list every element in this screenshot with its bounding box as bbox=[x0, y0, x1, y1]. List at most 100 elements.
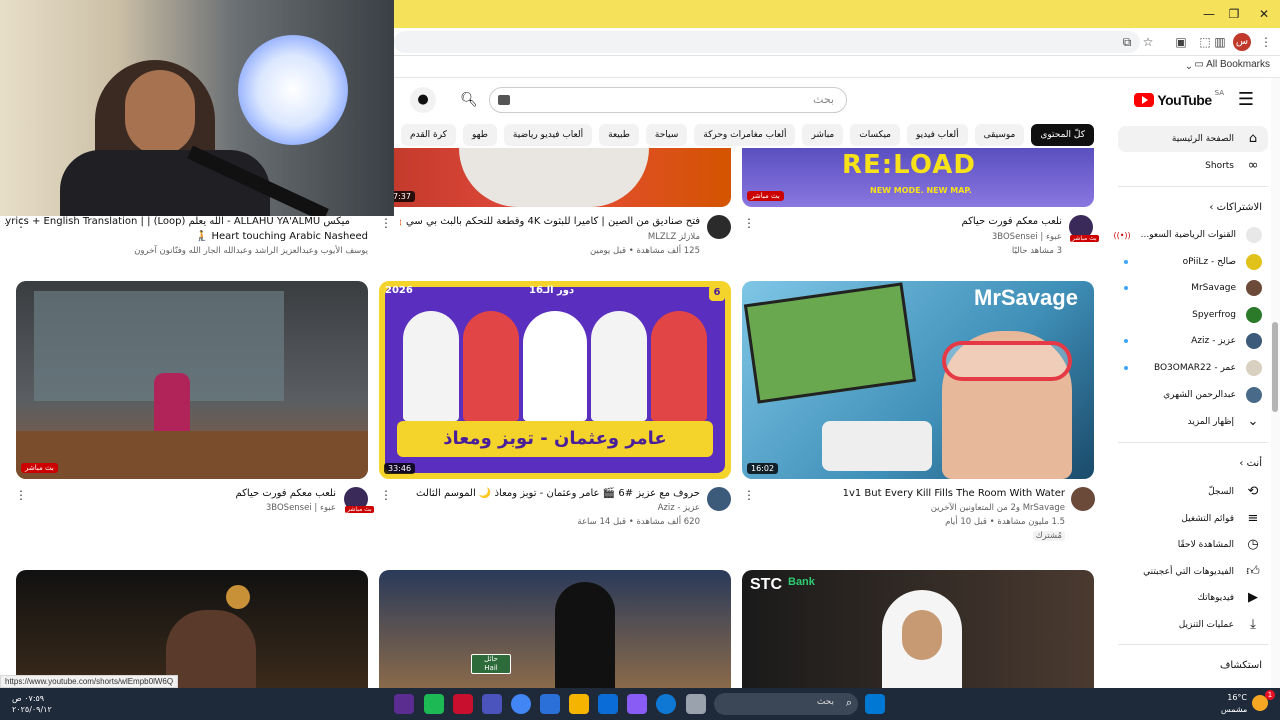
sidebar-item[interactable]: ⟲ السجلّ bbox=[1118, 479, 1268, 505]
copilot-icon[interactable] bbox=[627, 694, 647, 714]
keyboard-icon[interactable] bbox=[498, 95, 510, 105]
teams-icon[interactable] bbox=[482, 694, 502, 714]
video-channel[interactable]: ملازلز MLZLZ bbox=[648, 232, 700, 242]
sidebar-subscription[interactable]: صالح - oPiiLz bbox=[1118, 249, 1268, 275]
app-icon[interactable] bbox=[686, 694, 706, 714]
taskbar-search[interactable]: بحث ⌕ bbox=[714, 693, 858, 715]
filter-chip[interactable]: ألعاب فيديو bbox=[907, 124, 968, 146]
sidebar-subscription[interactable]: عزيز - Aziz bbox=[1118, 328, 1268, 354]
app-icon[interactable] bbox=[424, 694, 444, 714]
taskbar-clock[interactable]: ٠٧:٥٩ ص ٢٠٢٥/٠٩/١٢ bbox=[12, 693, 52, 715]
channel-avatar[interactable] bbox=[707, 487, 731, 511]
filter-chip[interactable]: ألعاب فيديو رياضية bbox=[503, 124, 593, 146]
sidebar-subscription[interactable]: عمر - BO3OMAR22 bbox=[1118, 355, 1268, 381]
close-icon[interactable]: ✕ bbox=[1253, 4, 1275, 24]
weather-widget[interactable]: 16°C مشمس bbox=[1221, 692, 1247, 716]
you-header[interactable]: أنت › bbox=[1118, 458, 1268, 469]
youtube-logo[interactable]: YouTube SA bbox=[1134, 89, 1224, 110]
more-options-icon[interactable]: ⋮ bbox=[743, 488, 755, 502]
filter-chip[interactable]: كلّ المحتوى bbox=[1031, 124, 1094, 146]
video-thumbnail[interactable]: MrSavage 16:02 bbox=[742, 281, 1094, 479]
search-input[interactable]: بحث bbox=[489, 87, 847, 113]
subscriptions-header[interactable]: الاشتراكات › bbox=[1118, 202, 1268, 213]
sidebar-item[interactable]: ▶ فيديوهاتك bbox=[1118, 585, 1268, 611]
explore-header: استكشاف bbox=[1219, 660, 1262, 671]
sidebar-item[interactable]: ≡ قوائم التشغيل bbox=[1118, 506, 1268, 532]
sidebar-subscription[interactable]: MrSavage bbox=[1118, 275, 1268, 301]
video-title[interactable]: فتح صناديق من الصين | كاميرا للبثوث 4K و… bbox=[400, 215, 700, 229]
hamburger-menu-icon[interactable]: ☰ bbox=[1236, 90, 1256, 110]
chevron-icon: › bbox=[1209, 202, 1217, 213]
search-button[interactable]: 🔍︎ bbox=[452, 87, 486, 113]
bookmark-star-icon[interactable]: ☆ bbox=[1139, 33, 1157, 51]
sidebar-item[interactable]: ∞ Shorts bbox=[1118, 153, 1268, 179]
filter-chip[interactable]: موسيقى bbox=[974, 124, 1025, 146]
filter-chip[interactable]: طهو bbox=[462, 124, 497, 146]
channel-avatar bbox=[1246, 280, 1262, 297]
windows-start-icon[interactable] bbox=[865, 694, 885, 714]
channel-avatar[interactable] bbox=[707, 215, 731, 239]
file-explorer-icon[interactable] bbox=[569, 694, 589, 714]
sidebar-subscription[interactable]: عبدالرحمن الشهري bbox=[1118, 382, 1268, 408]
app-icon[interactable] bbox=[453, 694, 473, 714]
filter-chip[interactable]: سياحة bbox=[645, 124, 688, 146]
video-thumbnail[interactable]: STC Bank bbox=[742, 570, 1094, 688]
channel-avatar[interactable] bbox=[1071, 487, 1095, 511]
video-thumbnail[interactable]: RE:LOAD NEW MODE. NEW MAP. بث مباشر bbox=[742, 148, 1094, 207]
more-options-icon[interactable]: ⋮ bbox=[743, 216, 755, 230]
video-channel[interactable]: عبوء | 3BOSensei bbox=[992, 232, 1062, 242]
sidebar-subscription[interactable]: القنوات الرياضية السعو... ((•)) bbox=[1113, 222, 1268, 248]
all-bookmarks-button[interactable]: ▭ All Bookmarks bbox=[1194, 59, 1270, 70]
maximize-icon[interactable]: ❐ bbox=[1223, 4, 1245, 24]
more-options-icon[interactable]: ⋮ bbox=[15, 488, 27, 502]
filter-chip[interactable]: طبيعة bbox=[599, 124, 639, 146]
video-thumbnail[interactable]: بث مباشر bbox=[16, 281, 368, 479]
app-icon[interactable] bbox=[394, 694, 414, 714]
filter-chip[interactable]: ميكسات bbox=[850, 124, 901, 146]
mail-icon[interactable] bbox=[598, 694, 618, 714]
extension-icon[interactable]: ▣ bbox=[1172, 33, 1190, 51]
sidebar-item[interactable]: ◷ المشاهدة لاحقًا bbox=[1118, 532, 1268, 558]
video-title[interactable]: نلعب معكم فورت حياكم bbox=[236, 487, 336, 501]
video-title[interactable]: حروف مع عزيز #6 🎬 عامر وعثمان - توبز ومع… bbox=[400, 487, 700, 501]
channel-avatar bbox=[1246, 386, 1262, 403]
sidebar-item-label: فيديوهاتك bbox=[1197, 593, 1234, 604]
chrome-icon[interactable] bbox=[511, 694, 531, 714]
minimize-icon[interactable]: — bbox=[1198, 4, 1220, 24]
video-thumbnail[interactable] bbox=[16, 570, 368, 688]
scrollbar-thumb[interactable] bbox=[1272, 322, 1278, 412]
video-title[interactable]: ميكس ALLAHU YA'ALMU - الله يعلم (Loop) |… bbox=[5, 215, 350, 229]
address-bar[interactable] bbox=[394, 31, 1140, 53]
sidebar-subscription[interactable]: Spyerfrog bbox=[1118, 302, 1268, 328]
more-options-icon[interactable]: ⋮ bbox=[15, 216, 27, 230]
edge-icon[interactable] bbox=[656, 694, 676, 714]
video-channel[interactable]: عزيز - Aziz bbox=[658, 503, 700, 513]
filter-chip[interactable]: ألعاب مغامرات وحركة bbox=[694, 124, 796, 146]
more-options-icon[interactable]: ⋮ bbox=[380, 216, 392, 230]
video-title[interactable]: 1v1 But Every Kill Fills The Room With W… bbox=[765, 487, 1065, 501]
filter-chip[interactable]: مباشر bbox=[802, 124, 844, 146]
install-app-icon[interactable]: ⧉ bbox=[1118, 33, 1136, 51]
sidebar-item[interactable]: ⌄ إظهار المزيد bbox=[1118, 409, 1268, 435]
sidebar-item[interactable]: ⌂ الصفحة الرئيسية bbox=[1118, 126, 1268, 152]
sidepanel-icon[interactable]: ▥ bbox=[1211, 33, 1229, 51]
voice-search-button[interactable]: ● bbox=[410, 87, 436, 113]
filter-chip[interactable]: كرة القدم bbox=[401, 124, 456, 146]
video-channel[interactable]: MrSavage و2 من المتعاونين الآخرين bbox=[931, 503, 1065, 513]
sidebar-item[interactable]: 👍︎ الفيديوهات التي أعجبتني bbox=[1118, 559, 1268, 585]
more-options-icon[interactable]: ⋮ bbox=[380, 488, 392, 502]
video-stats: 3 مشاهد حاليًا bbox=[1011, 246, 1062, 256]
profile-avatar[interactable]: س bbox=[1233, 33, 1251, 51]
menu-dots-icon[interactable]: ⋮ bbox=[1257, 33, 1275, 51]
video-title[interactable]: نلعب معكم فورت حياكم bbox=[962, 215, 1062, 229]
video-thumbnail[interactable]: عامر وعثمان - توبز ومعاذ دور الـ16 2026 … bbox=[379, 281, 731, 479]
video-thumbnail[interactable]: حائل Hail bbox=[379, 570, 731, 688]
video-thumbnail[interactable]: 7:37 bbox=[379, 148, 731, 207]
store-icon[interactable] bbox=[540, 694, 560, 714]
channel-avatar bbox=[1246, 253, 1262, 270]
sidebar-item[interactable]: ⤓ عمليات التنزيل bbox=[1118, 612, 1268, 638]
weather-temp: 16°C bbox=[1227, 693, 1247, 702]
video-channel[interactable]: عبوء | 3BOSensei bbox=[266, 503, 336, 513]
video-channel[interactable]: يوسف الأيوب وعبدالعزيز الراشد وعبدالله ا… bbox=[134, 246, 368, 256]
video-title-line2[interactable]: Heart touching Arabic Nasheed 🧎 bbox=[48, 230, 368, 244]
